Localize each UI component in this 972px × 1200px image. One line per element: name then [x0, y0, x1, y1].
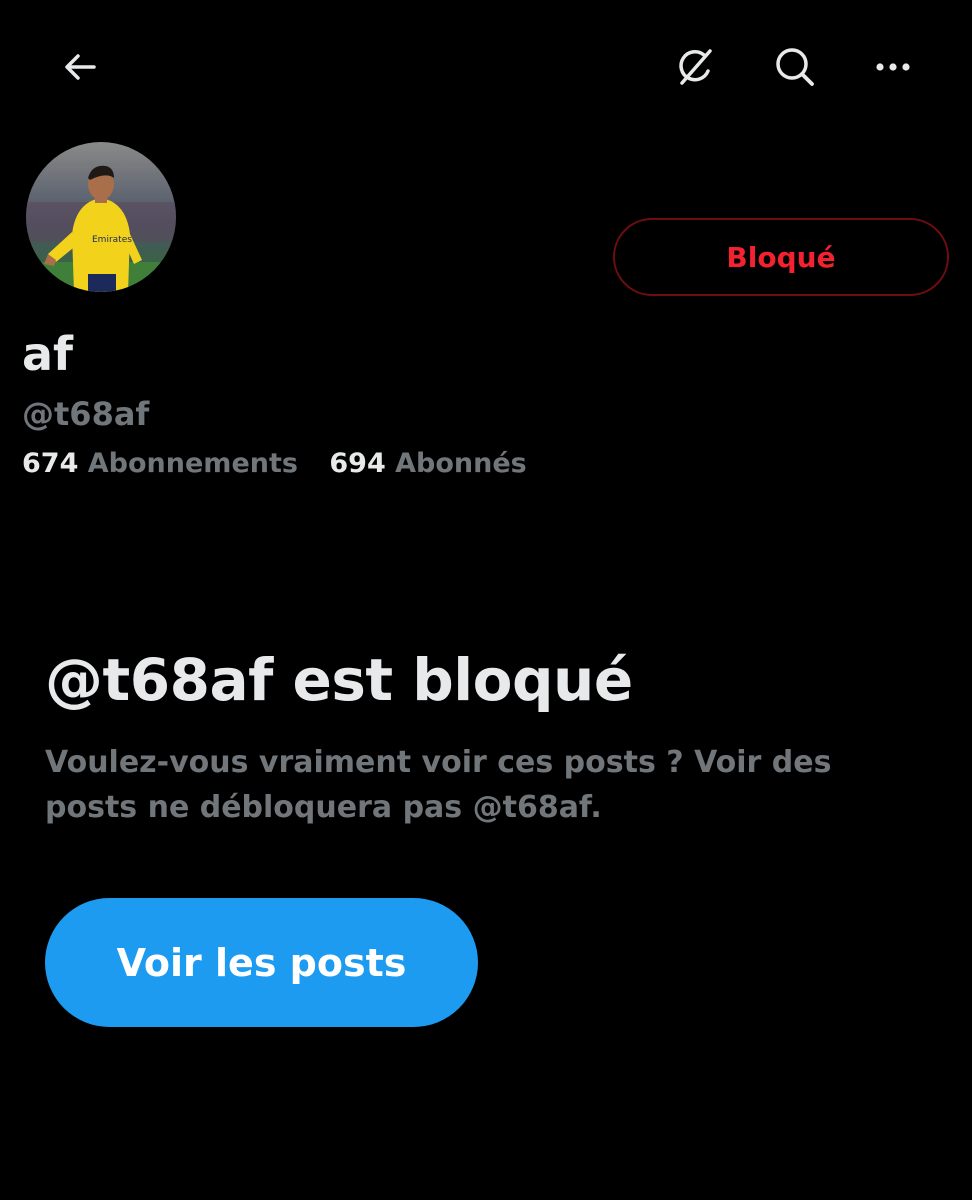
blocked-title: @t68af est bloqué: [45, 646, 633, 714]
more-horizontal-icon: [876, 63, 910, 71]
grok-icon: [679, 49, 712, 85]
followers-label: Abonnés: [395, 448, 527, 479]
following-stat[interactable]: 674 Abonnements: [22, 444, 298, 484]
arrow-left-icon: [65, 54, 96, 80]
grok-button[interactable]: [660, 31, 732, 103]
followers-stat[interactable]: 694 Abonnés: [329, 444, 526, 484]
profile-photo: Emirates: [26, 142, 176, 292]
following-count: 674: [22, 448, 79, 479]
following-label: Abonnements: [87, 448, 298, 479]
display-name: af: [22, 327, 74, 381]
blocked-button[interactable]: Bloqué: [613, 218, 949, 296]
followers-count: 694: [329, 448, 386, 479]
handle: @t68af: [22, 395, 150, 433]
blocked-description: Voulez-vous vraiment voir ces posts ? Vo…: [45, 745, 832, 825]
avatar[interactable]: Emirates: [22, 138, 180, 296]
follow-stats: 674 Abonnements 694 Abonnés: [22, 444, 549, 484]
view-posts-button[interactable]: Voir les posts: [45, 898, 478, 1027]
svg-text:Emirates: Emirates: [92, 235, 132, 245]
top-app-bar: [0, 0, 972, 132]
search-icon: [776, 48, 814, 86]
search-button[interactable]: [759, 31, 831, 103]
more-options-button[interactable]: [857, 31, 929, 103]
back-button[interactable]: [44, 31, 116, 103]
